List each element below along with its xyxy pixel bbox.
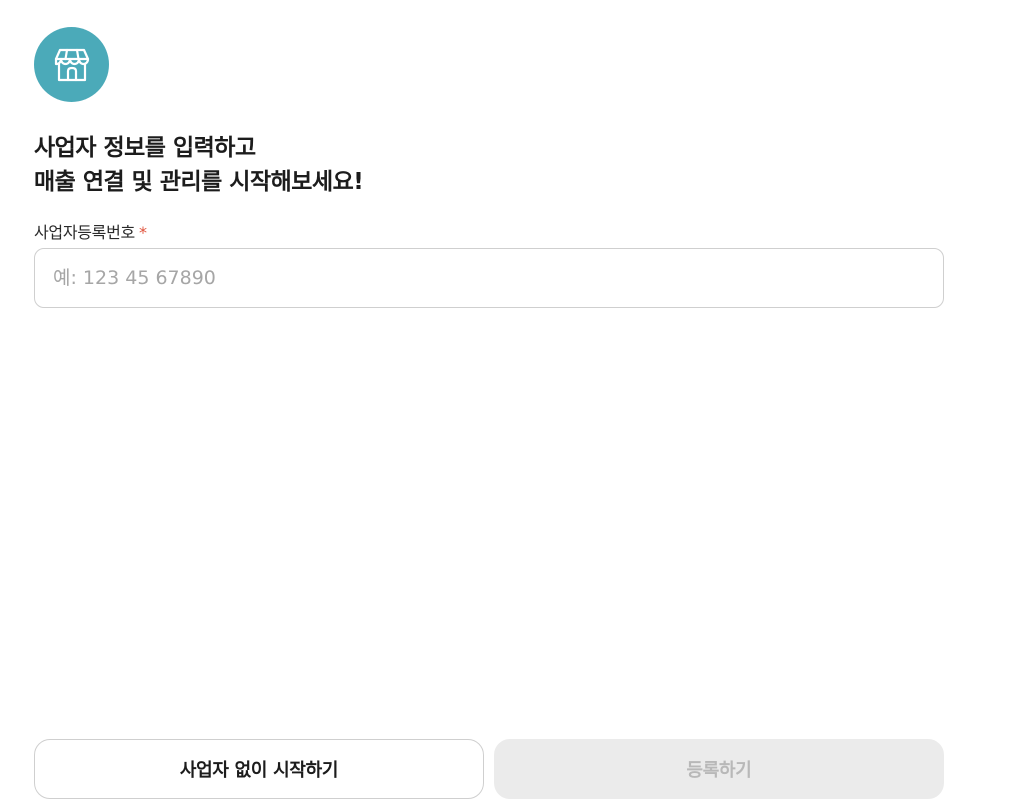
bizno-label: 사업자등록번호 *	[34, 222, 147, 244]
register-button[interactable]: 등록하기	[494, 739, 944, 799]
store-badge	[34, 27, 109, 102]
required-mark: *	[138, 223, 147, 242]
start-without-business-button[interactable]: 사업자 없이 시작하기	[34, 739, 484, 799]
page-headline: 사업자 정보를 입력하고 매출 연결 및 관리를 시작해보세요!	[34, 131, 364, 199]
business-registration-page: 사업자 정보를 입력하고 매출 연결 및 관리를 시작해보세요! 사업자등록번호…	[0, 0, 1014, 807]
headline-line-1: 사업자 정보를 입력하고	[34, 135, 256, 161]
store-icon	[54, 48, 89, 81]
bizno-label-text: 사업자등록번호	[34, 223, 135, 242]
headline-line-2: 매출 연결 및 관리를 시작해보세요!	[34, 169, 364, 195]
bizno-input[interactable]	[34, 248, 944, 308]
